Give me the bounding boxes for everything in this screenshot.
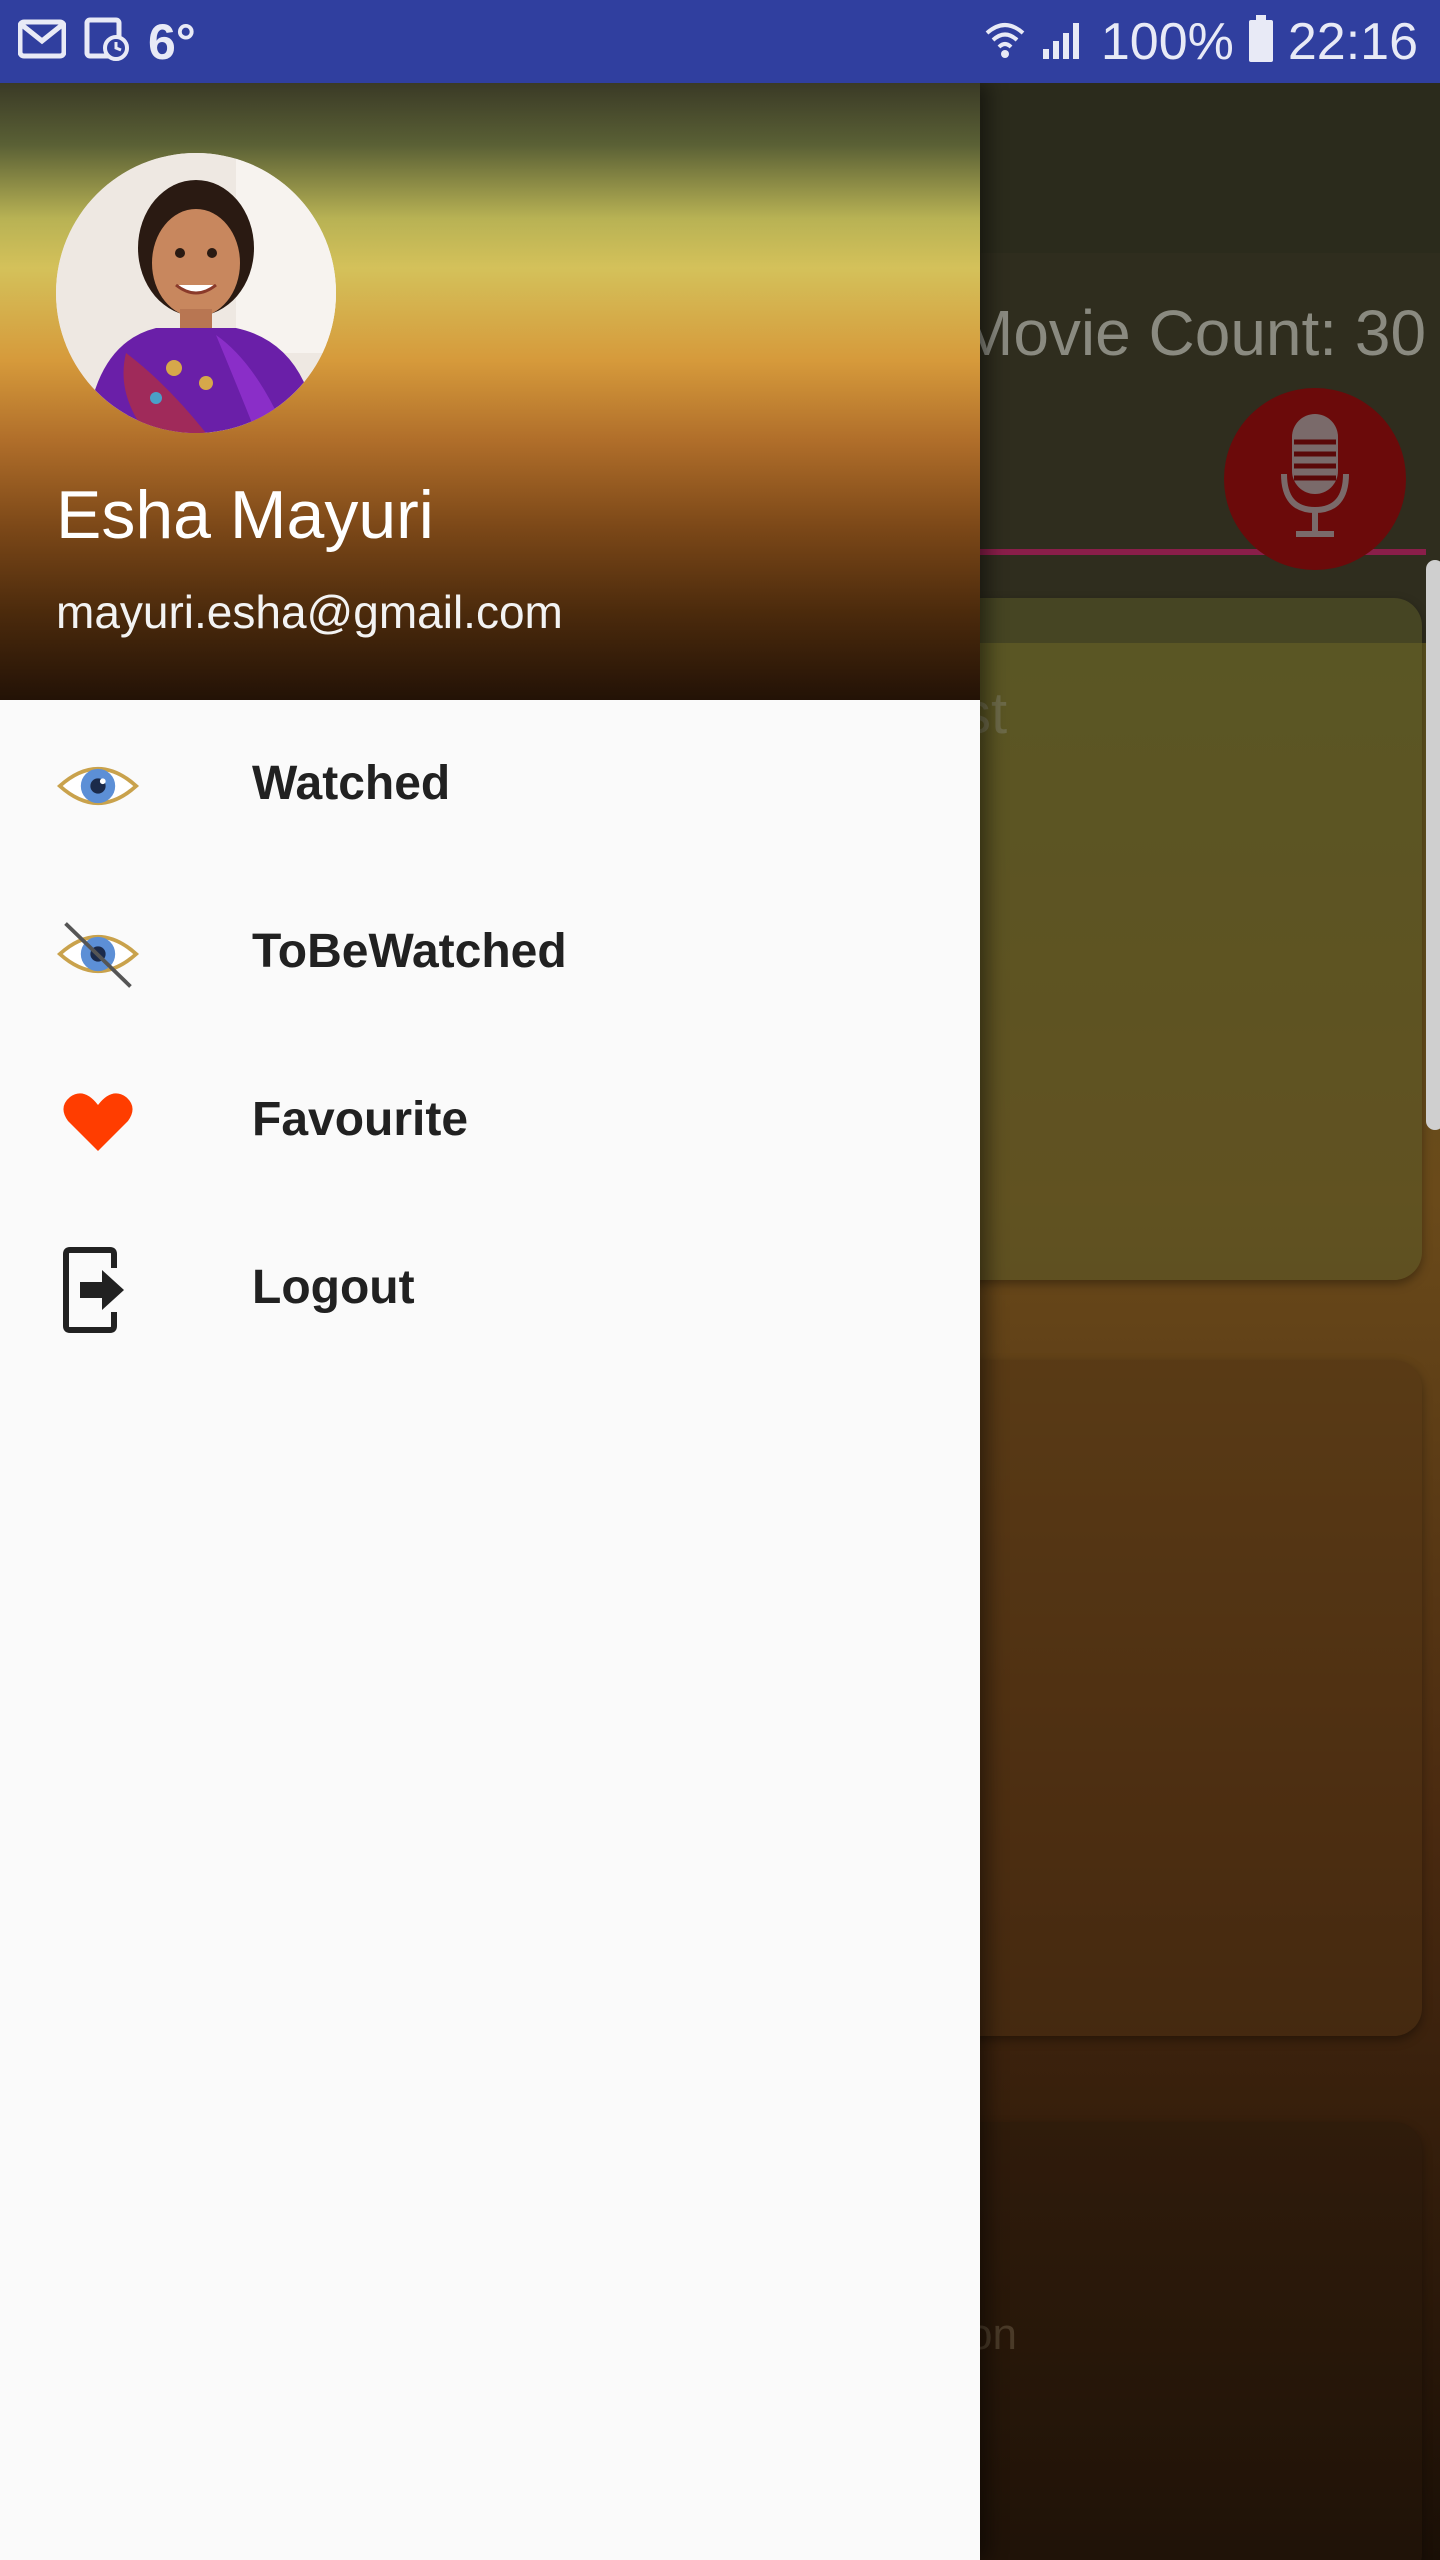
battery-percent: 100% — [1100, 12, 1234, 71]
avatar[interactable] — [56, 153, 336, 433]
menu-item-to-be-watched[interactable]: ToBeWatched — [0, 868, 980, 1036]
status-bar: 6° 100% 22:16 — [0, 0, 1440, 83]
drawer-menu: Watched ToBeWatched Favourite Logout — [0, 700, 980, 1372]
screen: 6° 100% 22:16 Movie Count: 30 st on Esha… — [0, 0, 1440, 2560]
signal-icon — [1041, 17, 1087, 66]
menu-item-favourite[interactable]: Favourite — [0, 1036, 980, 1204]
calendar-clock-icon — [84, 16, 130, 67]
movie-count-label: Movie Count: 30 — [960, 297, 1427, 369]
heart-icon — [56, 1080, 140, 1164]
user-name: Esha Mayuri — [56, 477, 434, 553]
eye-crossed-icon — [56, 912, 140, 996]
battery-icon — [1248, 15, 1274, 68]
wifi-icon — [983, 17, 1027, 66]
microphone-icon — [1280, 412, 1350, 547]
logout-icon — [56, 1247, 140, 1333]
clock-time: 22:16 — [1287, 12, 1418, 71]
gmail-icon — [17, 19, 67, 64]
menu-item-watched[interactable]: Watched — [0, 700, 980, 868]
user-email: mayuri.esha@gmail.com — [56, 586, 563, 638]
drawer-header: Esha Mayuri mayuri.esha@gmail.com — [0, 83, 980, 700]
menu-item-label: Watched — [252, 757, 451, 810]
eye-icon — [56, 744, 140, 828]
temperature-text: 6° — [148, 13, 196, 70]
menu-item-logout[interactable]: Logout — [0, 1204, 980, 1372]
navigation-drawer: Esha Mayuri mayuri.esha@gmail.com Watche… — [0, 83, 980, 2560]
menu-item-label: Favourite — [252, 1093, 469, 1146]
status-bar-right: 100% 22:16 — [983, 0, 1418, 83]
menu-item-label: Logout — [252, 1261, 415, 1314]
background-side-panel-edge — [1426, 560, 1440, 1130]
menu-item-label: ToBeWatched — [252, 925, 567, 978]
voice-search-button[interactable] — [1224, 388, 1406, 570]
status-bar-left: 6° — [17, 0, 196, 83]
